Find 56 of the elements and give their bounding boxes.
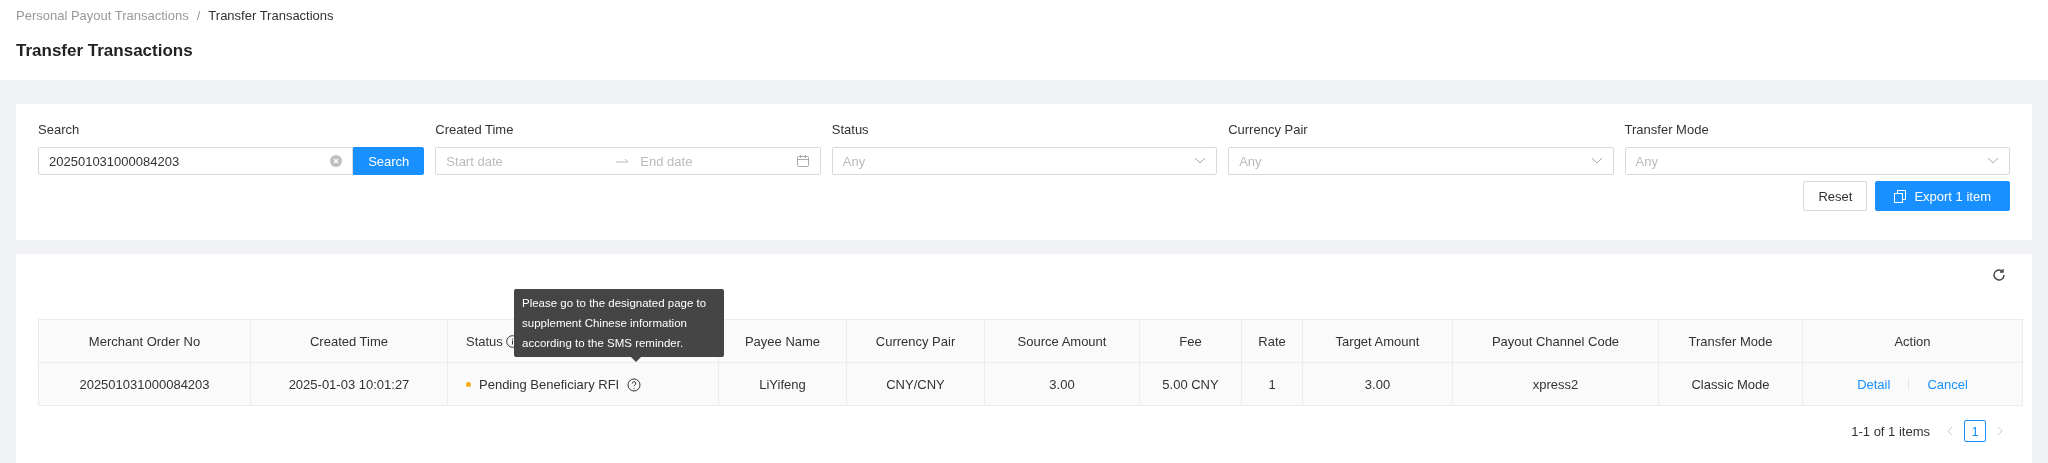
filter-label: Currency Pair <box>1228 122 1309 137</box>
table-cell: 3.00 <box>1049 376 1075 392</box>
column-header: Currency Pair <box>846 319 985 363</box>
page-button[interactable]: 1 <box>1964 420 1986 442</box>
column-header: Action <box>1802 319 2023 363</box>
column-header: Fee <box>1139 319 1242 363</box>
arrow-icon <box>616 157 631 165</box>
table-cell: xpress2 <box>1532 376 1579 392</box>
breadcrumb-item: Transfer Transactions <box>208 8 334 23</box>
chevron-down-icon <box>1590 157 1603 165</box>
calendar-icon <box>795 154 810 168</box>
table-cell: 1 <box>1268 376 1276 392</box>
table-cell: LiYifeng <box>759 376 806 392</box>
export-button[interactable]: Export 1 item <box>1875 181 2010 211</box>
chevron-down-icon <box>1987 157 1999 165</box>
column-header: Rate <box>1241 319 1303 363</box>
column-header: Transfer Mode <box>1658 319 1803 363</box>
column-header: Created Time <box>250 319 448 363</box>
table-cell: 5.00 CNY <box>1162 376 1219 392</box>
date-range-field[interactable]: Start date End date <box>435 147 821 175</box>
column-header: Payout Channel Code <box>1452 319 1659 363</box>
status-text: Pending Beneficiary RFI <box>479 376 620 392</box>
copy-icon <box>1894 189 1907 203</box>
help-icon[interactable] <box>627 377 642 392</box>
clear-icon[interactable] <box>330 155 343 167</box>
table-cell: 2025-01-03 10:01:27 <box>288 376 410 392</box>
breadcrumb-separator: / <box>196 8 201 23</box>
next-page-icon[interactable] <box>1996 426 2004 436</box>
chevron-down-icon <box>1194 157 1207 165</box>
page-title: Transfer Transactions <box>16 41 194 61</box>
select-field[interactable]: Any <box>1624 147 2010 175</box>
filter-label: Search <box>38 122 81 137</box>
search-field[interactable]: 202501031000084203 <box>38 147 354 175</box>
pagination-summary: 1-1 of 1 items <box>1851 423 1930 439</box>
filter-label: Transfer Mode <box>1624 122 1710 137</box>
table-cell: Classic Mode <box>1691 376 1770 392</box>
action-link[interactable]: Detail <box>1857 376 1891 392</box>
filter-label: Status <box>831 122 870 137</box>
table-cell: CNY/CNY <box>886 376 945 392</box>
breadcrumb-item[interactable]: Personal Payout Transactions <box>16 8 189 23</box>
column-header: Payee Name <box>718 319 847 363</box>
column-header: Target Amount <box>1302 319 1453 363</box>
table-cell: 202501031000084203 <box>79 376 210 392</box>
filter-label: Created Time <box>435 122 515 137</box>
tooltip-pointer-icon <box>631 357 641 362</box>
reset-button[interactable]: Reset <box>1803 181 1868 211</box>
action-link[interactable]: Cancel <box>1927 376 1968 392</box>
refresh-icon[interactable] <box>1992 268 2006 282</box>
table-cell: 3.00 <box>1364 376 1391 392</box>
column-header: Merchant Order No <box>38 319 251 363</box>
search-button[interactable]: Search <box>353 147 425 175</box>
tooltip: Please go to the designated page to supplement Chinese information according to the SMS reminder. <box>514 289 724 362</box>
prev-page-icon[interactable] <box>1946 426 1954 436</box>
column-header: Source Amount <box>984 319 1140 363</box>
select-field[interactable]: Any <box>1228 147 1614 175</box>
select-field[interactable]: Any <box>831 147 1218 175</box>
